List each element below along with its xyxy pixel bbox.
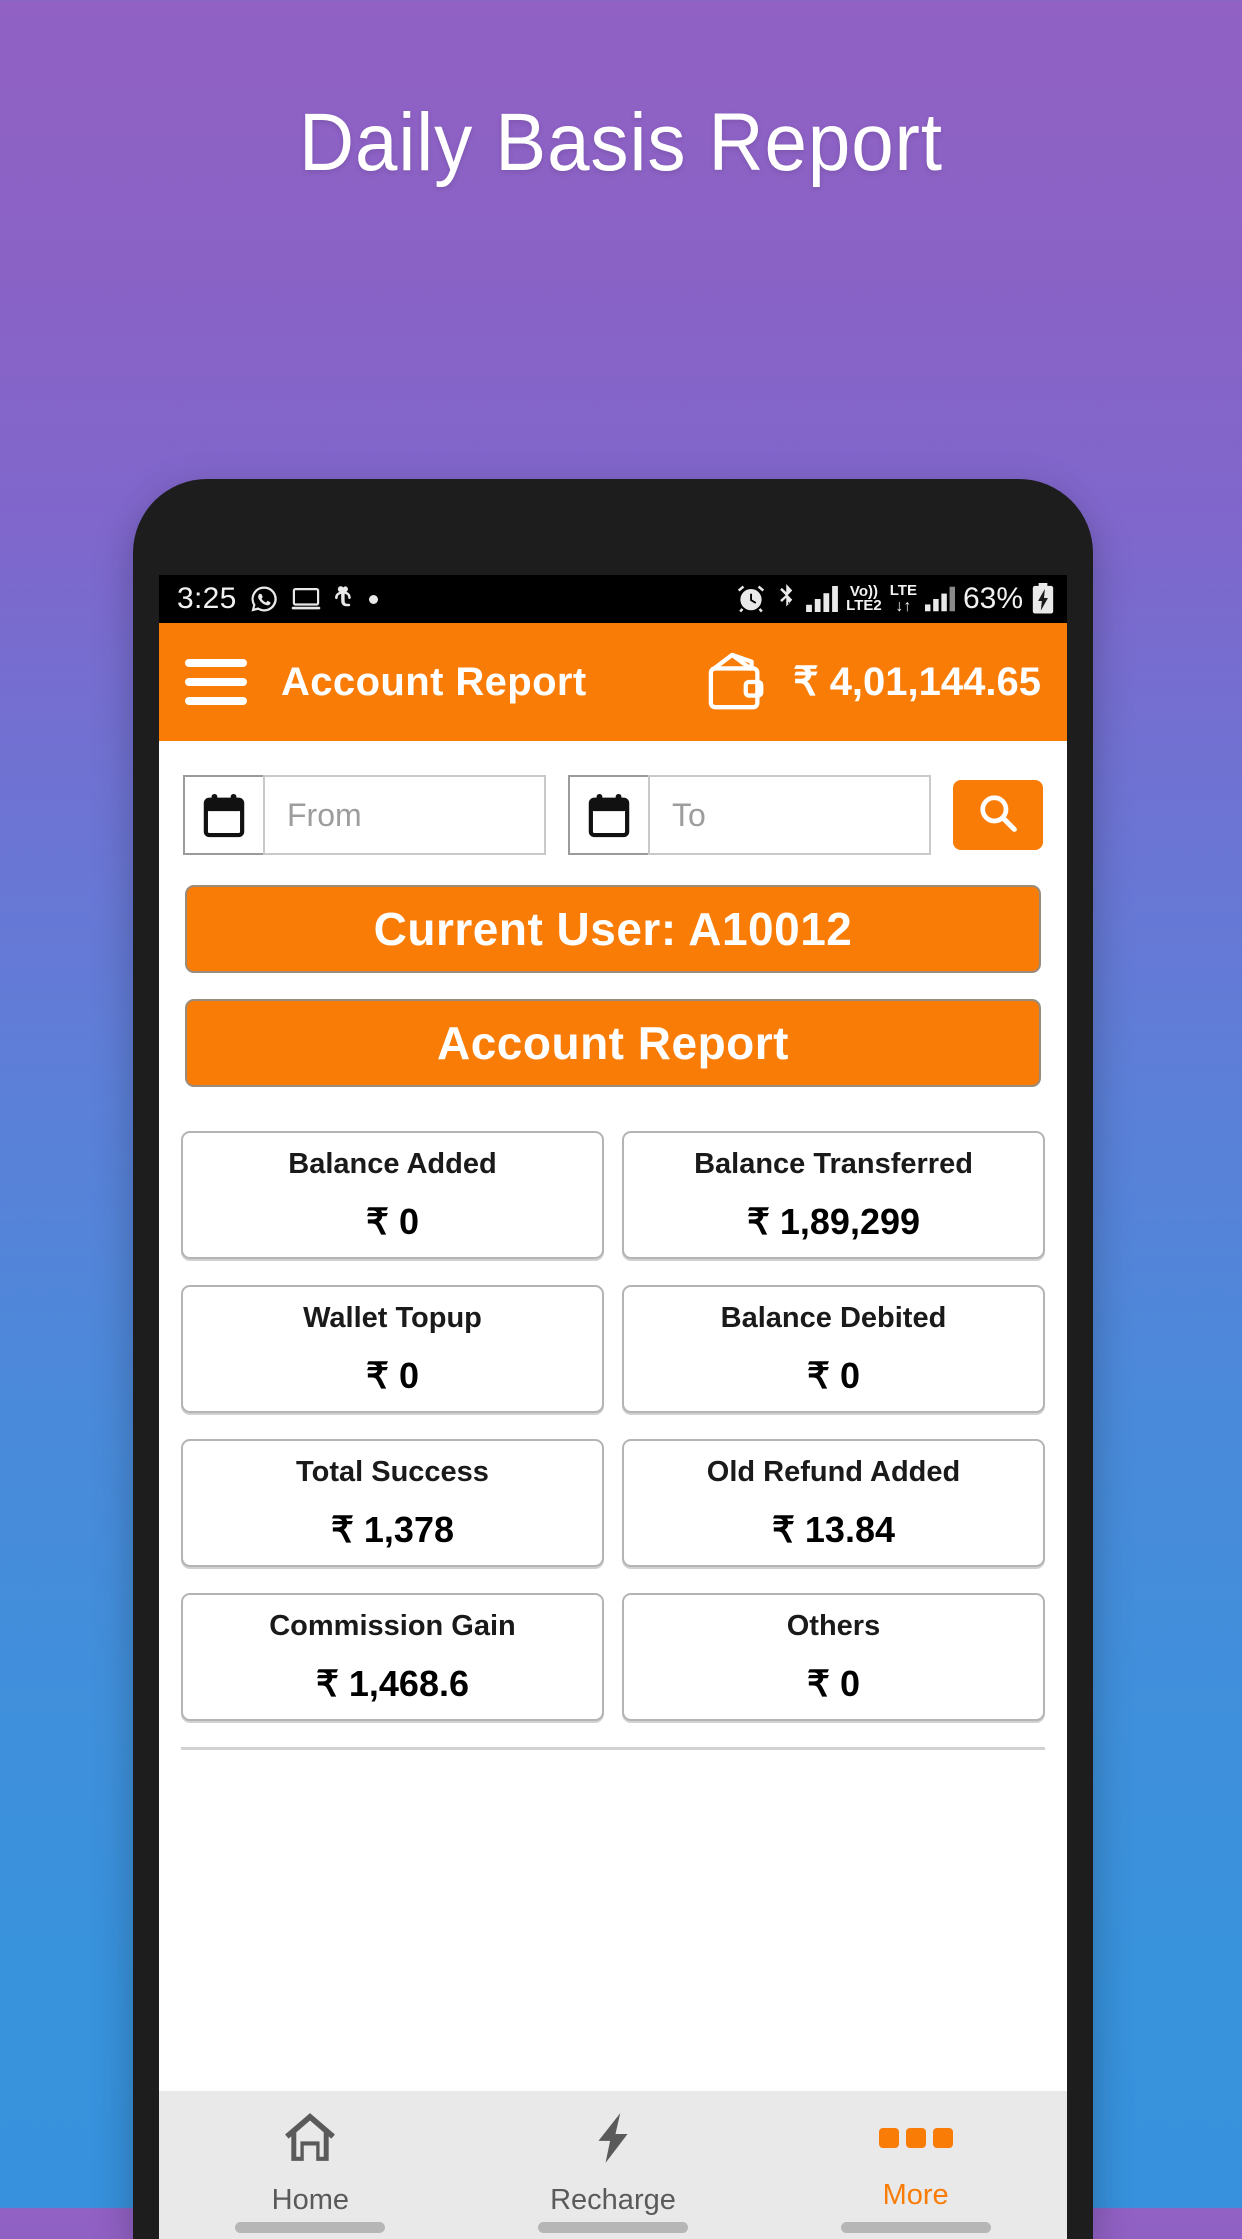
- lightning-bolt-icon: [586, 2111, 640, 2170]
- nav-item-more[interactable]: More: [826, 2111, 1006, 2212]
- bottom-navigation: Home Recharge More: [159, 2091, 1067, 2239]
- gesture-bar: [235, 2222, 386, 2233]
- nav-item-home[interactable]: Home: [220, 2111, 400, 2217]
- stat-label: Balance Debited: [720, 1301, 947, 1334]
- stat-value: ₹ 0: [807, 1662, 860, 1704]
- stat-value: ₹ 1,378: [331, 1508, 454, 1550]
- nav-item-recharge[interactable]: Recharge: [523, 2111, 703, 2217]
- stat-label: Total Success: [296, 1455, 489, 1488]
- from-date-field[interactable]: From: [183, 775, 546, 855]
- calendar-icon[interactable]: [568, 775, 648, 855]
- stats-row: Wallet Topup ₹ 0 Balance Debited ₹ 0: [181, 1285, 1045, 1413]
- gesture-bar: [537, 2222, 688, 2233]
- stat-card-commission-gain[interactable]: Commission Gain ₹ 1,468.6: [181, 1593, 604, 1721]
- stat-card-balance-transferred[interactable]: Balance Transferred ₹ 1,89,299: [622, 1131, 1045, 1259]
- from-date-input[interactable]: From: [263, 775, 546, 855]
- home-icon: [283, 2111, 337, 2170]
- stat-label: Balance Transferred: [694, 1147, 973, 1180]
- stat-label: Wallet Topup: [303, 1301, 482, 1334]
- download-manager-icon: [333, 585, 357, 613]
- stat-label: Balance Added: [288, 1147, 497, 1180]
- nav-label: Recharge: [550, 2184, 676, 2216]
- status-bar-right: Vo)) LTE2 LTE ↓↑ 63%: [736, 582, 1055, 616]
- stat-card-balance-added[interactable]: Balance Added ₹ 0: [181, 1131, 604, 1259]
- to-date-input[interactable]: To: [648, 775, 931, 855]
- search-button[interactable]: [953, 780, 1043, 850]
- stats-row: Total Success ₹ 1,378 Old Refund Added ₹…: [181, 1439, 1045, 1567]
- stats-grid: Balance Added ₹ 0 Balance Transferred ₹ …: [159, 1087, 1067, 1750]
- wallet-balance: ₹ 4,01,144.65: [793, 660, 1041, 704]
- account-report-button[interactable]: Account Report: [185, 999, 1041, 1087]
- phone-mockup: 3:25 Vo)) LTE2 LTE ↓↑ 63% Account Report…: [133, 479, 1093, 2239]
- primary-buttons: Current User: A10012 Account Report: [159, 885, 1067, 1087]
- wallet-icon[interactable]: [705, 651, 771, 713]
- volte2-icon: Vo)) LTE2: [846, 582, 882, 614]
- nav-label: More: [882, 2179, 949, 2211]
- stat-value: ₹ 0: [807, 1354, 860, 1396]
- content-divider: [181, 1747, 1045, 1750]
- status-bar-left: 3:25: [177, 582, 378, 616]
- app-bar: Account Report ₹ 4,01,144.65: [159, 623, 1067, 741]
- calendar-icon[interactable]: [183, 775, 263, 855]
- signal-bars-2-icon: [924, 586, 955, 612]
- stat-value: ₹ 0: [366, 1200, 419, 1242]
- screen-cast-icon: [291, 588, 321, 610]
- stats-row: Commission Gain ₹ 1,468.6 Others ₹ 0: [181, 1593, 1045, 1721]
- status-time: 3:25: [177, 582, 237, 615]
- nav-label: Home: [271, 2184, 349, 2216]
- battery-percent: 63%: [962, 582, 1023, 615]
- phone-screen: 3:25 Vo)) LTE2 LTE ↓↑ 63% Account Report…: [159, 575, 1067, 2239]
- stat-value: ₹ 13.84: [772, 1508, 895, 1550]
- button-spacer: [185, 973, 1041, 999]
- three-dots-icon: [878, 2111, 953, 2165]
- to-date-field[interactable]: To: [568, 775, 931, 855]
- stats-row: Balance Added ₹ 0 Balance Transferred ₹ …: [181, 1131, 1045, 1259]
- stat-value: ₹ 1,468.6: [315, 1662, 470, 1704]
- stat-card-old-refund-added[interactable]: Old Refund Added ₹ 13.84: [622, 1439, 1045, 1567]
- signal-bars-icon: [806, 586, 839, 612]
- dot-icon: [368, 594, 378, 604]
- whatsapp-icon: [249, 584, 279, 614]
- stat-label: Old Refund Added: [706, 1455, 961, 1488]
- date-filter-row: From To: [159, 741, 1067, 885]
- stat-card-balance-debited[interactable]: Balance Debited ₹ 0: [622, 1285, 1045, 1413]
- battery-charging-icon: [1031, 583, 1055, 615]
- lte-data-icon: LTE ↓↑: [889, 582, 917, 615]
- bluetooth-icon: [774, 584, 798, 614]
- gesture-bar: [840, 2222, 991, 2233]
- search-icon: [978, 793, 1018, 838]
- current-user-button[interactable]: Current User: A10012: [185, 885, 1041, 973]
- hamburger-icon[interactable]: [185, 659, 247, 705]
- gesture-indicators: [159, 2222, 1067, 2233]
- stat-value: ₹ 0: [366, 1354, 419, 1396]
- stat-card-others[interactable]: Others ₹ 0: [622, 1593, 1045, 1721]
- stat-card-total-success[interactable]: Total Success ₹ 1,378: [181, 1439, 604, 1567]
- stat-card-wallet-topup[interactable]: Wallet Topup ₹ 0: [181, 1285, 604, 1413]
- alarm-icon: [736, 584, 766, 614]
- status-bar: 3:25 Vo)) LTE2 LTE ↓↑ 63%: [159, 575, 1067, 623]
- stat-value: ₹ 1,89,299: [746, 1200, 921, 1242]
- stat-label: Commission Gain: [269, 1609, 516, 1642]
- app-bar-title: Account Report: [281, 659, 587, 704]
- stat-label: Others: [786, 1609, 881, 1642]
- page-title: Daily Basis Report: [299, 97, 943, 188]
